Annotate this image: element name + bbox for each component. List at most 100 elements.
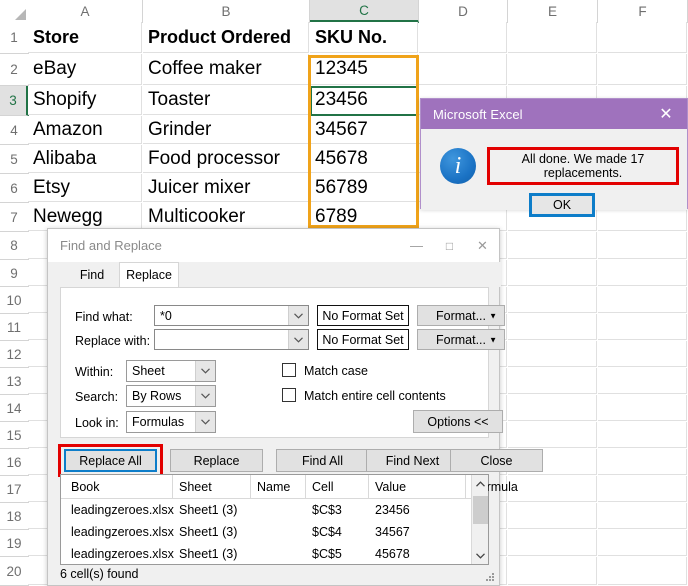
results-column-header-sheet[interactable]: Sheet — [173, 475, 251, 498]
cell-F10[interactable] — [598, 287, 687, 313]
cell-B1[interactable]: Product Ordered — [143, 22, 309, 53]
cell-F12[interactable] — [598, 341, 687, 367]
cell-A5[interactable]: Alibaba — [28, 145, 142, 173]
close-icon[interactable]: ✕ — [645, 99, 687, 129]
row-header-19[interactable]: 19 — [0, 530, 29, 557]
row-header-5[interactable]: 5 — [0, 145, 29, 174]
cell-B4[interactable]: Grinder — [143, 116, 309, 144]
row-header-1[interactable]: 1 — [0, 22, 29, 54]
select-all-corner[interactable] — [0, 0, 29, 23]
cell-F1[interactable] — [598, 22, 687, 53]
column-header-c[interactable]: C — [310, 0, 419, 23]
results-row[interactable]: leadingzeroes.xlsx Sheet1 (3) $C$4 34567 — [61, 521, 488, 543]
find-next-button[interactable]: Find Next — [366, 449, 459, 472]
cell-C2[interactable]: 12345 — [310, 54, 418, 85]
cell-E14[interactable] — [508, 395, 597, 421]
cell-F2[interactable] — [598, 54, 687, 85]
row-header-16[interactable]: 16 — [0, 449, 29, 476]
replace-format-button[interactable]: Format... ▼ — [417, 329, 505, 350]
cell-C7[interactable]: 6789 — [310, 203, 418, 231]
cell-E8[interactable] — [508, 232, 597, 259]
cell-F17[interactable] — [598, 476, 687, 502]
cell-A2[interactable]: eBay — [28, 54, 142, 85]
cell-F19[interactable] — [598, 530, 687, 556]
replace-button[interactable]: Replace — [170, 449, 263, 472]
cell-F8[interactable] — [598, 232, 687, 259]
row-header-13[interactable]: 13 — [0, 368, 29, 395]
cell-E12[interactable] — [508, 341, 597, 367]
cell-B7[interactable]: Multicooker — [143, 203, 309, 231]
cell-B6[interactable]: Juicer mixer — [143, 174, 309, 202]
row-header-20[interactable]: 20 — [0, 557, 29, 586]
cell-E1[interactable] — [508, 22, 597, 53]
column-header-b[interactable]: B — [143, 0, 310, 23]
cell-F9[interactable] — [598, 260, 687, 286]
cell-E13[interactable] — [508, 368, 597, 394]
cell-E10[interactable] — [508, 287, 597, 313]
row-header-17[interactable]: 17 — [0, 476, 29, 503]
chevron-down-icon[interactable] — [195, 412, 215, 432]
ok-button[interactable]: OK — [529, 193, 595, 217]
match-entire-checkbox[interactable] — [282, 388, 296, 402]
cell-C3[interactable]: 23456 — [310, 86, 418, 115]
results-scrollbar[interactable] — [471, 475, 488, 564]
cell-A4[interactable]: Amazon — [28, 116, 142, 144]
cell-F14[interactable] — [598, 395, 687, 421]
results-rows[interactable]: leadingzeroes.xlsx Sheet1 (3) $C$3 23456 lea… — [61, 499, 488, 565]
cell-A3[interactable]: Shopify — [28, 86, 142, 115]
row-header-11[interactable]: 11 — [0, 314, 29, 341]
cell-B2[interactable]: Coffee maker — [143, 54, 309, 85]
cell-A6[interactable]: Etsy — [28, 174, 142, 202]
cell-D2[interactable] — [419, 54, 507, 85]
cell-C6[interactable]: 56789 — [310, 174, 418, 202]
cell-F15[interactable] — [598, 422, 687, 448]
row-header-14[interactable]: 14 — [0, 395, 29, 422]
cell-D1[interactable] — [419, 22, 507, 53]
chevron-down-icon[interactable] — [472, 547, 489, 564]
look-in-select[interactable]: Formulas — [126, 411, 216, 433]
tab-find[interactable]: Find — [65, 262, 119, 287]
cell-A1[interactable]: Store — [28, 22, 142, 53]
column-header-f[interactable]: F — [598, 0, 688, 23]
cell-F13[interactable] — [598, 368, 687, 394]
cell-C1[interactable]: SKU No. — [310, 22, 418, 53]
cell-B3[interactable]: Toaster — [143, 86, 309, 115]
find-and-replace-dialog[interactable]: Find and Replace — □ ✕ Find Replace Find… — [47, 228, 543, 586]
tab-replace[interactable]: Replace — [119, 262, 179, 288]
resize-gripper-icon[interactable] — [485, 572, 495, 582]
row-header-4[interactable]: 4 — [0, 116, 29, 145]
cell-F16[interactable] — [598, 449, 687, 475]
chevron-down-icon[interactable] — [195, 361, 215, 381]
results-list[interactable]: Book Sheet Name Cell Value Formula leadingzer… — [60, 474, 518, 565]
chevron-down-icon[interactable] — [288, 330, 308, 349]
close-button[interactable]: Close — [450, 449, 543, 472]
results-column-header-cell[interactable]: Cell — [306, 475, 369, 498]
row-header-15[interactable]: 15 — [0, 422, 29, 449]
row-header-9[interactable]: 9 — [0, 260, 29, 287]
maximize-icon[interactable]: □ — [433, 229, 466, 262]
row-header-8[interactable]: 8 — [0, 232, 29, 260]
results-row[interactable]: leadingzeroes.xlsx Sheet1 (3) $C$5 45678 — [61, 543, 488, 565]
options-button[interactable]: Options << — [413, 410, 503, 433]
cell-E9[interactable] — [508, 260, 597, 286]
cell-E11[interactable] — [508, 314, 597, 340]
results-column-header-book[interactable]: Book — [65, 475, 173, 498]
cell-F18[interactable] — [598, 503, 687, 529]
results-row[interactable]: leadingzeroes.xlsx Sheet1 (3) $C$3 23456 — [61, 499, 488, 521]
excel-message-dialog[interactable]: Microsoft Excel ✕ i All done. We made 17… — [420, 98, 688, 217]
cell-A7[interactable]: Newegg — [28, 203, 142, 231]
row-header-2[interactable]: 2 — [0, 54, 29, 86]
results-column-header-value[interactable]: Value — [369, 475, 466, 498]
close-icon[interactable]: ✕ — [466, 229, 499, 262]
cell-B5[interactable]: Food processor — [143, 145, 309, 173]
row-header-7[interactable]: 7 — [0, 203, 29, 232]
find-all-button[interactable]: Find All — [276, 449, 369, 472]
scrollbar-thumb[interactable] — [473, 496, 488, 524]
cell-E15[interactable] — [508, 422, 597, 448]
within-select[interactable]: Sheet — [126, 360, 216, 382]
search-select[interactable]: By Rows — [126, 385, 216, 407]
cell-F20[interactable] — [598, 557, 687, 585]
chevron-down-icon[interactable] — [195, 386, 215, 406]
row-header-18[interactable]: 18 — [0, 503, 29, 530]
row-header-12[interactable]: 12 — [0, 341, 29, 368]
